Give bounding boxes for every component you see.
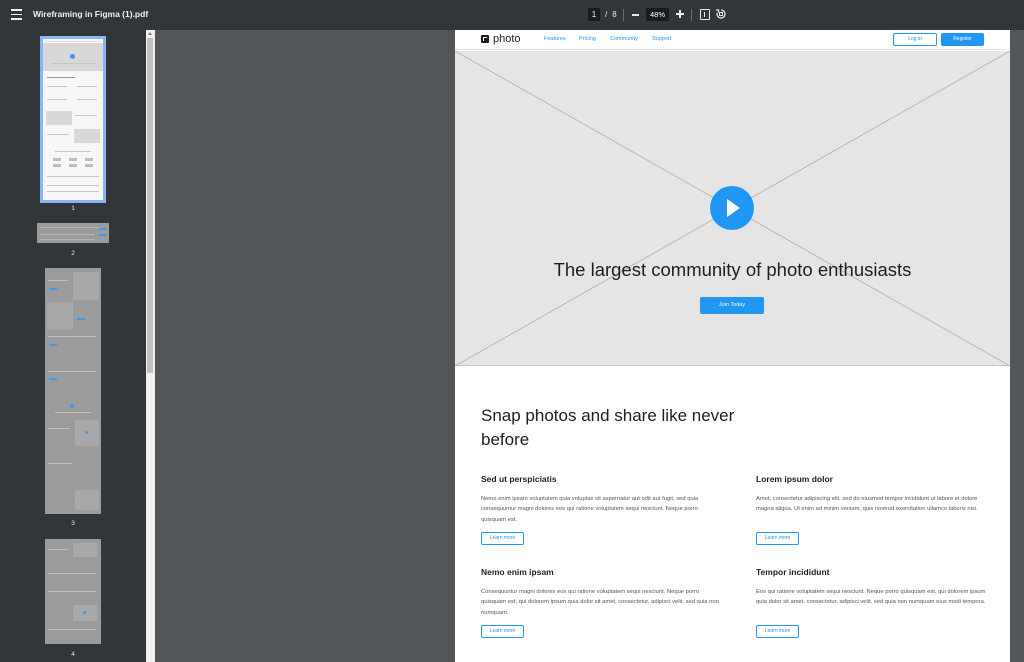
zoom-out-icon[interactable] xyxy=(632,14,639,16)
feature-title: Tempor incididunt xyxy=(756,567,830,577)
thumbnail-sidebar: 1 2 3 4 xyxy=(0,30,146,662)
logo-text: photo xyxy=(493,33,521,45)
join-today-button[interactable]: Join Today xyxy=(700,297,764,314)
scroll-up-arrow-icon[interactable] xyxy=(148,32,152,35)
toolbar-divider xyxy=(623,9,624,21)
menu-icon[interactable] xyxy=(11,9,22,21)
pdf-toolbar: Wireframing in Figma (1).pdf 1 / 8 48% xyxy=(0,0,1024,30)
page-indicator: 1 / 8 xyxy=(588,8,617,21)
feature-title: Lorem ipsum dolor xyxy=(756,474,833,484)
site-logo[interactable]: photo xyxy=(481,33,521,45)
thumbnail-page-4[interactable] xyxy=(45,539,101,644)
nav-link-support[interactable]: Support xyxy=(652,36,671,42)
learn-more-button[interactable]: Learn more xyxy=(481,532,524,545)
fit-page-icon[interactable] xyxy=(700,9,710,20)
page-number-input[interactable]: 1 xyxy=(588,8,600,21)
thumbnail-label-3: 3 xyxy=(71,520,75,527)
thumbnail-page-3[interactable] xyxy=(45,268,101,514)
thumbnail-page-2[interactable] xyxy=(37,223,109,243)
page-total: 8 xyxy=(612,10,617,19)
nav-link-community[interactable]: Community xyxy=(610,36,638,42)
page-separator: / xyxy=(605,10,608,19)
learn-more-button[interactable]: Learn more xyxy=(756,532,799,545)
feature-text: Consequuntur magni dolores eos qui ratio… xyxy=(481,589,719,616)
feature-item: Lorem ipsum dolor Amet, consectetur adip… xyxy=(756,474,996,515)
logo-icon xyxy=(481,35,489,43)
thumbnail-page-1[interactable] xyxy=(40,36,106,203)
hero-title: The largest community of photo enthusias… xyxy=(553,259,912,280)
nav-link-features[interactable]: Features xyxy=(544,36,566,42)
rotate-icon[interactable] xyxy=(715,8,727,20)
thumbnail-label-2: 2 xyxy=(71,250,75,257)
login-button[interactable]: Log in xyxy=(893,33,937,46)
document-title: Wireframing in Figma (1).pdf xyxy=(33,9,149,19)
feature-title: Nemo enim ipsam xyxy=(481,567,554,577)
site-navbar: photo Features Pricing Community Support… xyxy=(455,30,1010,50)
toolbar-divider xyxy=(691,9,692,21)
zoom-level-input[interactable]: 48% xyxy=(646,8,669,21)
learn-more-button[interactable]: Learn more xyxy=(756,625,799,638)
zoom-in-icon[interactable] xyxy=(676,10,684,18)
thumbnail-label-1: 1 xyxy=(71,205,75,212)
pdf-page: photo Features Pricing Community Support… xyxy=(455,30,1010,662)
thumbnail-label-4: 4 xyxy=(71,651,75,658)
feature-title: Sed ut perspiciatis xyxy=(481,474,557,484)
register-button[interactable]: Register xyxy=(941,33,984,46)
section-title: Snap photos and share like never before xyxy=(481,406,735,449)
feature-item: Tempor incididunt Eos qui ratione volupt… xyxy=(756,567,996,608)
learn-more-button[interactable]: Learn more xyxy=(481,625,524,638)
feature-text: Eos qui ratione voluptatem sequi nesciun… xyxy=(756,589,986,606)
play-icon[interactable] xyxy=(710,186,754,230)
sidebar-scroll-thumb[interactable] xyxy=(147,38,153,373)
feature-item: Sed ut perspiciatis Nemo enim ipsam volu… xyxy=(481,474,721,525)
feature-text: Nemo enim ipsam voluptatem quia voluptas… xyxy=(481,496,699,523)
hero-placeholder: The largest community of photo enthusias… xyxy=(455,51,1010,366)
nav-link-pricing[interactable]: Pricing xyxy=(579,36,596,42)
feature-item: Nemo enim ipsam Consequuntur magni dolor… xyxy=(481,567,721,618)
feature-text: Amet, consectetur adipiscing elit, sed d… xyxy=(756,496,978,513)
